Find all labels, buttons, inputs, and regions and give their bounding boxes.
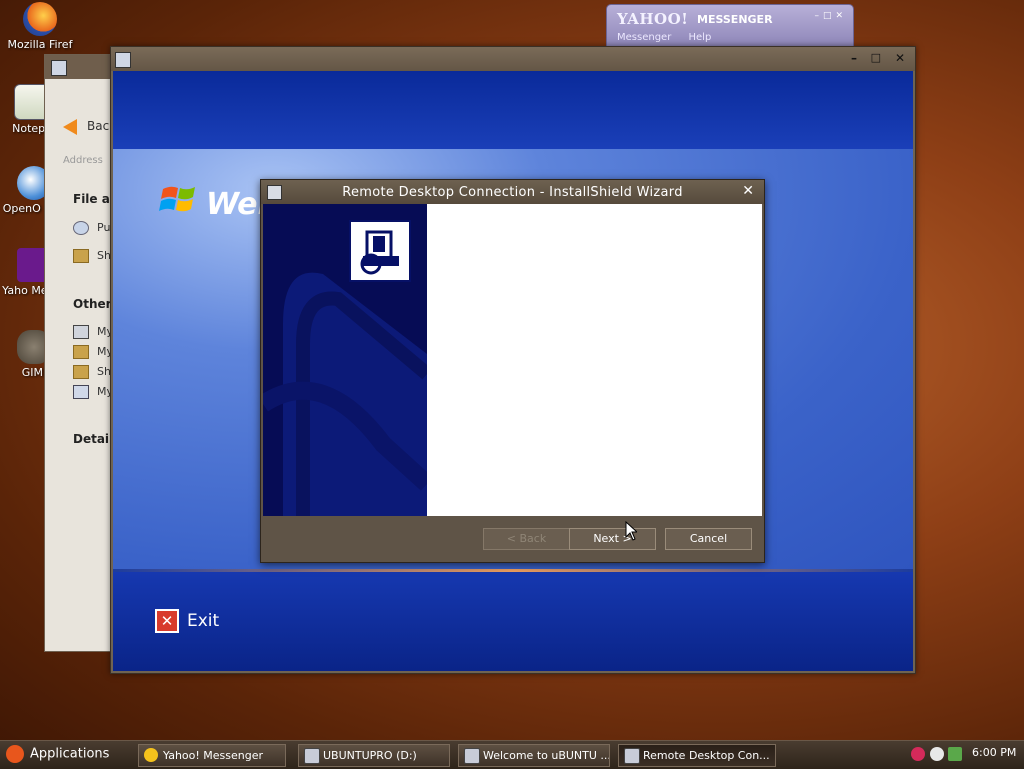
close-button[interactable]: ✕	[895, 51, 905, 65]
shared-folder-icon	[73, 365, 89, 379]
mouse-cursor-icon	[625, 521, 637, 541]
yahoo-messenger-window[interactable]: YAHOO! MESSENGER –□✕ Messenger Help	[606, 4, 854, 48]
welcome-heading: Wel	[206, 187, 268, 222]
computer-disk-icon	[360, 230, 399, 275]
drive-icon	[304, 748, 320, 764]
welcome-window-icon	[115, 52, 131, 68]
explorer-back-button[interactable]: Bac	[63, 119, 109, 135]
next-button[interactable]: Next >	[569, 528, 656, 550]
taskbar-item-yahoo[interactable]: Yahoo! Messenger	[138, 744, 286, 767]
explorer-address-label: Address	[63, 155, 103, 166]
minimize-button[interactable]: –	[851, 51, 857, 65]
status-icon[interactable]	[930, 747, 944, 761]
explorer-other-item[interactable]: My	[73, 345, 113, 359]
yahoo-logo: YAHOO!	[617, 10, 689, 28]
installer-logo	[349, 220, 411, 282]
taskbar-item-drive[interactable]: UBUNTUPRO (D:)	[298, 744, 450, 767]
back-arrow-icon	[63, 119, 77, 135]
exit-x-icon: ✕	[155, 609, 179, 633]
yahoo-menubar: Messenger Help	[617, 32, 725, 43]
dialog-side-banner	[263, 204, 427, 516]
dialog-content-area	[427, 204, 762, 516]
maximize-button[interactable]: □	[871, 51, 881, 64]
folder-icon	[73, 345, 89, 359]
welcome-window-titlebar[interactable]: – □ ✕	[111, 47, 915, 71]
desktop-icon-firefox[interactable]: Mozilla Firef	[0, 2, 80, 51]
explorer-other-item[interactable]: My	[73, 325, 113, 339]
explorer-other-item[interactable]: My	[73, 385, 113, 399]
taskbar-item-remote-desktop[interactable]: Remote Desktop Con...	[618, 744, 776, 767]
yahoo-smiley-icon	[144, 748, 158, 762]
applications-menu[interactable]: Applications	[6, 745, 109, 763]
firefox-icon	[23, 2, 57, 36]
installshield-dialog[interactable]: Remote Desktop Connection - InstallShiel…	[260, 179, 765, 563]
explorer-section-details: Detail	[73, 432, 114, 446]
exit-button[interactable]: ✕ Exit	[155, 609, 219, 633]
explorer-other-item[interactable]: Sh	[73, 365, 111, 379]
explorer-window-icon	[51, 60, 67, 76]
applications-label: Applications	[30, 746, 110, 762]
welcome-footer-band	[113, 572, 913, 671]
yahoo-window-title: MESSENGER	[697, 13, 773, 26]
explorer-file-item[interactable]: Sh	[73, 249, 111, 263]
clock[interactable]: 6:00 PM	[972, 746, 1016, 759]
window-icon	[464, 748, 480, 764]
back-button[interactable]: < Back	[483, 528, 570, 550]
desktop-icon-label: Mozilla Firef	[7, 38, 73, 51]
yahoo-window-controls[interactable]: –□✕	[814, 11, 847, 21]
menu-messenger[interactable]: Messenger	[617, 32, 671, 43]
network-icon	[73, 385, 89, 399]
globe-icon	[73, 221, 89, 235]
menu-help[interactable]: Help	[689, 32, 712, 43]
ubuntu-logo-icon	[6, 745, 24, 763]
taskbar-item-welcome[interactable]: Welcome to uBUNTU ...	[458, 744, 610, 767]
network-tray-icon[interactable]	[948, 747, 962, 761]
shield-icon[interactable]	[911, 747, 925, 761]
explorer-section-other: Other	[73, 297, 112, 311]
windows-flag-icon	[159, 186, 195, 212]
share-folder-icon	[73, 249, 89, 263]
explorer-section-file: File a	[73, 192, 110, 206]
dialog-close-button[interactable]: ✕	[742, 183, 754, 199]
computer-icon	[73, 325, 89, 339]
exit-label: Exit	[187, 611, 220, 631]
welcome-header-band	[113, 71, 913, 149]
taskbar: Applications Yahoo! Messenger UBUNTUPRO …	[0, 740, 1024, 769]
installer-icon	[624, 748, 640, 764]
cancel-button[interactable]: Cancel	[665, 528, 752, 550]
dialog-titlebar[interactable]: Remote Desktop Connection - InstallShiel…	[261, 180, 764, 204]
dialog-title: Remote Desktop Connection - InstallShiel…	[342, 185, 683, 200]
